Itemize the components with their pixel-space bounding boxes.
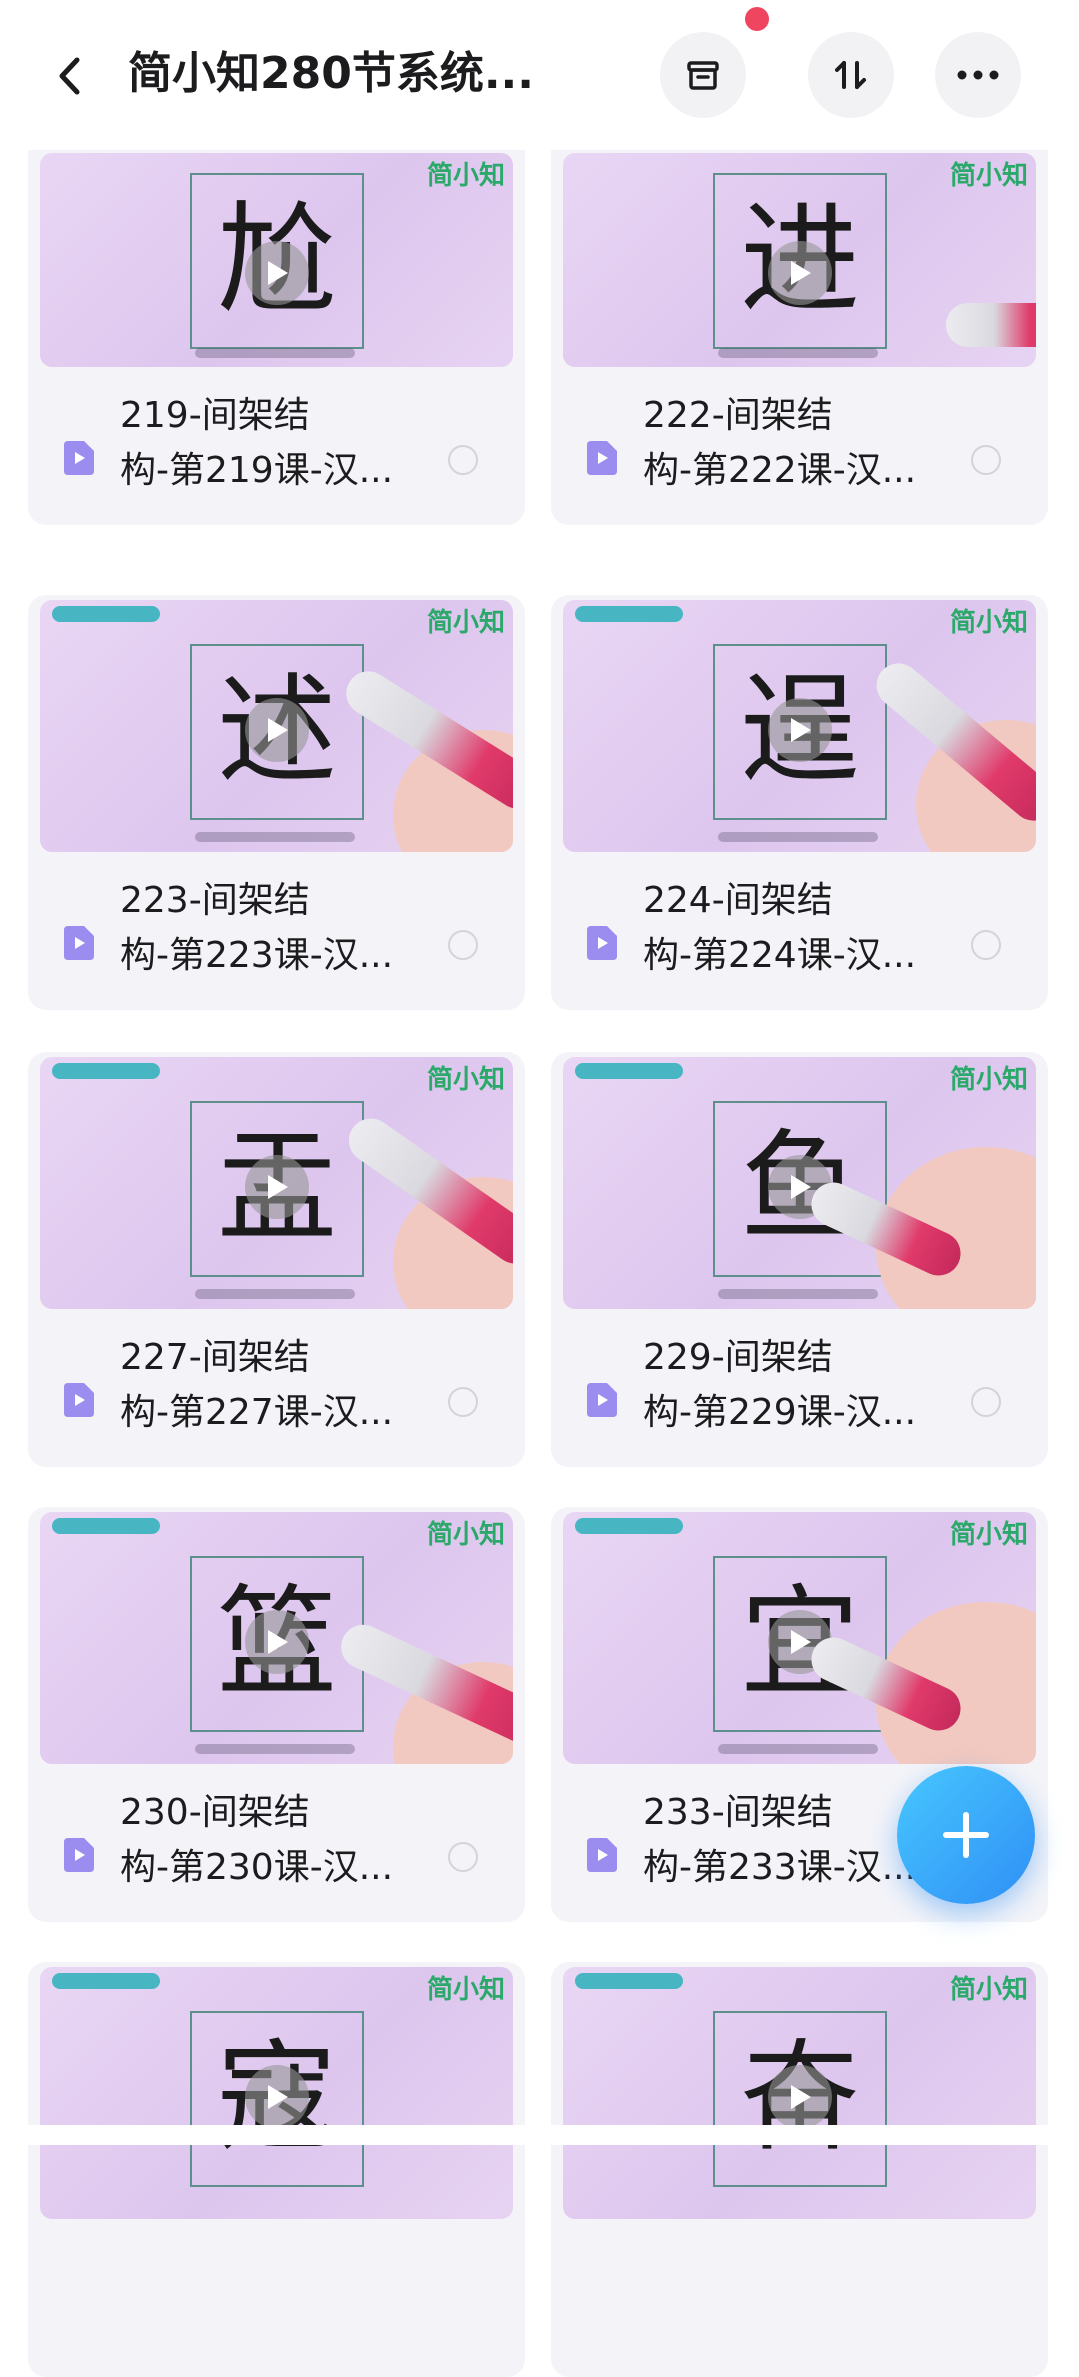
play-icon xyxy=(268,718,288,742)
card-title-line1: 224-间架结 xyxy=(643,880,833,921)
add-button[interactable] xyxy=(897,1766,1035,1904)
video-file-icon xyxy=(64,1838,94,1872)
play-icon xyxy=(791,261,811,285)
video-card[interactable]: 简小知 盂 227-间架结 构-第227课-汉... xyxy=(28,1052,525,1467)
select-radio[interactable] xyxy=(448,445,478,475)
bottom-edge xyxy=(0,2125,1079,2145)
video-thumbnail[interactable]: 简小知 奋 xyxy=(563,1967,1036,2219)
video-file-icon xyxy=(64,441,94,475)
back-button[interactable] xyxy=(42,48,98,104)
select-radio[interactable] xyxy=(971,930,1001,960)
more-icon xyxy=(957,70,999,80)
chevron-left-icon xyxy=(59,57,80,95)
video-card[interactable]: 简小知 逞 224-间架结 构-第224课-汉... xyxy=(551,595,1048,1010)
play-icon xyxy=(791,1175,811,1199)
video-card[interactable]: 简小知 篮 230-间架结 构-第230课-汉... xyxy=(28,1507,525,1922)
archive-icon xyxy=(687,61,719,90)
card-title-line2: 构-第229课-汉... xyxy=(643,1392,917,1433)
video-thumbnail[interactable]: 简小知 逞 xyxy=(563,600,1036,852)
logo-text: 简小知 xyxy=(426,1065,505,1095)
video-card[interactable]: 简小知 尬 219-间架结 构-第219课-汉... xyxy=(28,110,525,525)
video-thumbnail[interactable]: 简小知 鱼 xyxy=(563,1057,1036,1309)
select-radio[interactable] xyxy=(448,1387,478,1417)
logo-text: 简小知 xyxy=(426,161,505,191)
video-file-icon xyxy=(64,1383,94,1417)
play-icon xyxy=(791,718,811,742)
logo-text: 简小知 xyxy=(949,608,1028,638)
card-title-line2: 构-第219课-汉... xyxy=(120,450,394,491)
card-title-line2: 构-第227课-汉... xyxy=(120,1392,394,1433)
play-button[interactable] xyxy=(768,241,832,305)
select-radio[interactable] xyxy=(971,445,1001,475)
sort-icon xyxy=(835,61,866,89)
logo-text: 简小知 xyxy=(949,1520,1028,1550)
card-title-line1: 229-间架结 xyxy=(643,1337,833,1378)
card-title-line1: 219-间架结 xyxy=(120,395,310,436)
play-icon xyxy=(268,2085,288,2109)
video-thumbnail[interactable]: 简小知 进 xyxy=(563,153,1036,367)
video-thumbnail[interactable]: 简小知 尬 xyxy=(40,153,513,367)
play-button[interactable] xyxy=(245,1155,309,1219)
logo-text: 简小知 xyxy=(426,608,505,638)
play-icon xyxy=(791,2085,811,2109)
video-file-icon xyxy=(587,926,617,960)
video-card[interactable]: 简小知 鱼 229-间架结 构-第229课-汉... xyxy=(551,1052,1048,1467)
video-thumbnail[interactable]: 简小知 篮 xyxy=(40,1512,513,1764)
video-thumbnail[interactable]: 简小知 述 xyxy=(40,600,513,852)
play-icon xyxy=(268,261,288,285)
card-title-line2: 构-第222课-汉... xyxy=(643,450,917,491)
video-thumbnail[interactable]: 简小知 盂 xyxy=(40,1057,513,1309)
video-card[interactable]: 简小知 进 222-间架结 构-第222课-汉... xyxy=(551,110,1048,525)
play-icon xyxy=(268,1175,288,1199)
video-file-icon xyxy=(587,441,617,475)
select-radio[interactable] xyxy=(448,930,478,960)
card-title-line2: 构-第224课-汉... xyxy=(643,935,917,976)
card-title-line1: 223-间架结 xyxy=(120,880,310,921)
notification-dot xyxy=(745,7,769,31)
logo-text: 简小知 xyxy=(949,1065,1028,1095)
video-thumbnail[interactable]: 简小知 寇 xyxy=(40,1967,513,2219)
play-button[interactable] xyxy=(768,2065,832,2129)
card-title-line1: 227-间架结 xyxy=(120,1337,310,1378)
top-bar: 简小知280节系统... xyxy=(0,0,1079,150)
archive-button[interactable] xyxy=(660,32,746,118)
logo-text: 简小知 xyxy=(426,1520,505,1550)
play-button[interactable] xyxy=(245,241,309,305)
video-file-icon xyxy=(587,1838,617,1872)
play-icon xyxy=(268,1630,288,1654)
card-title-line1: 230-间架结 xyxy=(120,1792,310,1833)
sort-button[interactable] xyxy=(808,32,894,118)
select-radio[interactable] xyxy=(448,1842,478,1872)
play-button[interactable] xyxy=(245,2065,309,2129)
play-button[interactable] xyxy=(245,1610,309,1674)
card-title-line2: 构-第223课-汉... xyxy=(120,935,394,976)
play-button[interactable] xyxy=(768,698,832,762)
logo-text: 简小知 xyxy=(949,1975,1028,2005)
select-radio[interactable] xyxy=(971,1387,1001,1417)
play-button[interactable] xyxy=(245,698,309,762)
plus-icon xyxy=(943,1812,989,1858)
logo-text: 简小知 xyxy=(949,161,1028,191)
video-card[interactable]: 简小知 述 223-间架结 构-第223课-汉... xyxy=(28,595,525,1010)
card-title-line2: 构-第230课-汉... xyxy=(120,1847,394,1888)
video-thumbnail[interactable]: 简小知 宜 xyxy=(563,1512,1036,1764)
video-card[interactable]: 简小知 奋 xyxy=(551,1962,1048,2377)
page-title: 简小知280节系统... xyxy=(128,48,534,99)
more-button[interactable] xyxy=(935,32,1021,118)
play-icon xyxy=(791,1630,811,1654)
logo-text: 简小知 xyxy=(426,1975,505,2005)
video-file-icon xyxy=(587,1383,617,1417)
video-file-icon xyxy=(64,926,94,960)
card-title-line1: 222-间架结 xyxy=(643,395,833,436)
video-card[interactable]: 简小知 寇 xyxy=(28,1962,525,2377)
